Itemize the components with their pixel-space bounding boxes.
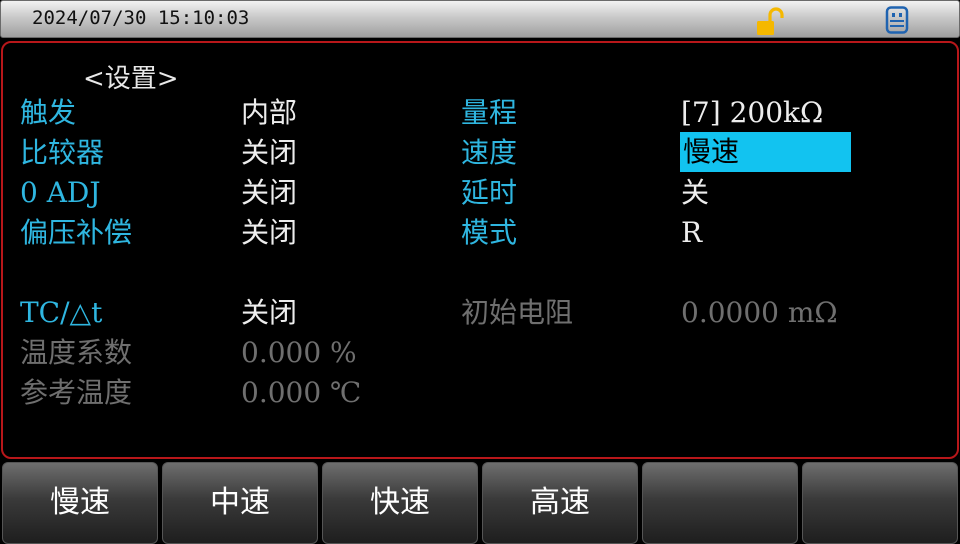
softkey-bar: 慢速 中速 快速 高速	[0, 462, 960, 544]
mode-label: 模式	[461, 216, 518, 249]
range-value[interactable]: [7] 200kΩ	[681, 94, 823, 132]
trigger-value[interactable]: 内部	[241, 94, 297, 132]
trigger-label: 触发	[20, 96, 77, 129]
softkey-high[interactable]: 高速	[482, 462, 638, 544]
tc-value[interactable]: 关闭	[241, 294, 297, 332]
reference-temperature-label: 参考温度	[20, 376, 133, 409]
temp-coefficient-value: 0.000 %	[241, 336, 357, 369]
softkey-slow[interactable]: 慢速	[2, 462, 158, 544]
tc-label: TC/△t	[20, 296, 103, 329]
setting-row-temp-coeff: 温度系数 0.000 %	[3, 334, 959, 374]
setting-row-comparator: 比较器 关闭 速度 慢速	[3, 132, 959, 174]
setting-row-zero-adj: 0 ADJ 关闭 延时 关	[3, 174, 959, 214]
softkey-6[interactable]	[802, 462, 958, 544]
bias-compensation-label: 偏压补偿	[20, 216, 133, 249]
range-label: 量程	[461, 96, 518, 129]
reference-temperature-value: 0.000 ℃	[241, 376, 362, 409]
softkey-high-label: 高速	[530, 485, 590, 520]
status-bar: 2024/07/30 15:10:03	[0, 0, 960, 38]
settings-panel: <设置> 触发 内部 量程 [7] 200kΩ 比较器 关闭 速度 慢速 0 A…	[1, 41, 959, 459]
comparator-value[interactable]: 关闭	[241, 134, 297, 172]
setting-row-bias-comp: 偏压补偿 关闭 模式 R	[3, 214, 959, 254]
setting-row-ref-temp: 参考温度 0.000 ℃	[3, 374, 959, 414]
softkey-medium-label: 中速	[210, 485, 270, 520]
setting-row-trigger: 触发 内部 量程 [7] 200kΩ	[3, 94, 959, 134]
softkey-medium[interactable]: 中速	[162, 462, 318, 544]
softkey-fast-label: 快速	[370, 485, 430, 520]
datetime: 2024/07/30 15:10:03	[32, 7, 250, 29]
mode-value[interactable]: R	[681, 214, 702, 252]
page-title: <设置>	[83, 64, 179, 94]
temp-coefficient-label: 温度系数	[20, 336, 133, 369]
comparator-label: 比较器	[20, 136, 105, 169]
speed-label: 速度	[461, 136, 518, 169]
usb-icon[interactable]	[885, 6, 909, 34]
setting-row-tc: TC/△t 关闭 初始电阻 0.0000 mΩ	[3, 294, 959, 334]
initial-resistance-value: 0.0000 mΩ	[681, 296, 838, 329]
unlocked-padlock-icon[interactable]	[755, 7, 785, 37]
softkey-slow-label: 慢速	[50, 485, 110, 520]
delay-label: 延时	[461, 176, 518, 209]
zero-adj-label: 0 ADJ	[20, 176, 101, 209]
delay-value[interactable]: 关	[681, 174, 709, 212]
bias-compensation-value[interactable]: 关闭	[241, 214, 297, 252]
zero-adj-value[interactable]: 关闭	[241, 174, 297, 212]
softkey-fast[interactable]: 快速	[322, 462, 478, 544]
softkey-5[interactable]	[642, 462, 798, 544]
initial-resistance-label: 初始电阻	[461, 296, 574, 329]
speed-value-selected[interactable]: 慢速	[680, 132, 851, 172]
